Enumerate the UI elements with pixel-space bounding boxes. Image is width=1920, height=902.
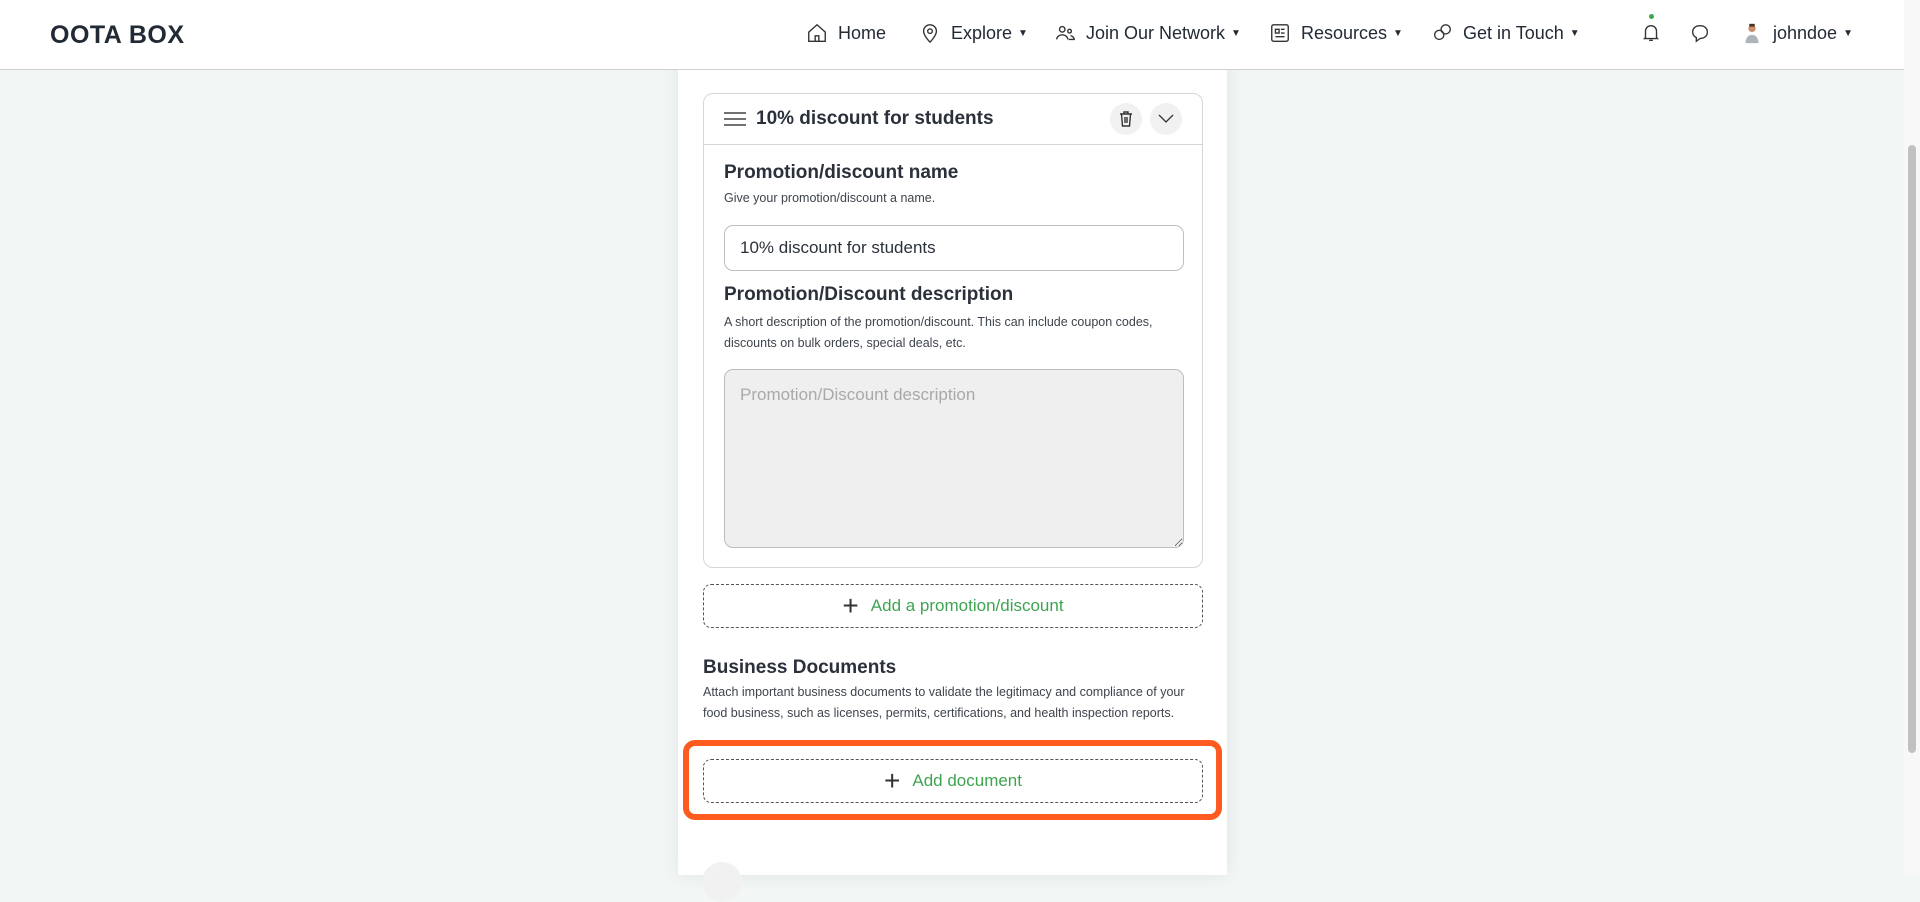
- map-pin-icon: [922, 24, 938, 44]
- trash-icon: [1120, 111, 1132, 127]
- description-label: Promotion/Discount description: [724, 284, 1014, 305]
- accordion-header[interactable]: 10% discount for students: [704, 94, 1202, 145]
- nav-home[interactable]: Home: [806, 22, 886, 44]
- caret-down-icon: ▼: [1231, 27, 1241, 39]
- logo[interactable]: OOTA BOX: [50, 21, 185, 50]
- documents-heading: Business Documents: [703, 657, 897, 678]
- username: johndoe: [1773, 22, 1838, 43]
- messages-button[interactable]: [1689, 22, 1711, 44]
- nav-join-label: Join Our Network: [1086, 22, 1226, 43]
- add-promotion-label: Add a promotion/discount: [870, 596, 1064, 615]
- promotion-accordion: 10% discount for students Promotion/disc…: [703, 93, 1203, 568]
- caret-down-icon: ▼: [1393, 27, 1403, 39]
- caret-down-icon: ▼: [1843, 27, 1853, 39]
- nav-explore-label: Explore: [951, 22, 1013, 43]
- user-menu[interactable]: johndoe ▼: [1741, 22, 1853, 44]
- top-navbar: OOTA BOX Home Explore ▼ Join Our Network ▼…: [0, 0, 1904, 70]
- scrollbar[interactable]: [1904, 0, 1920, 875]
- caret-down-icon: ▼: [1569, 27, 1580, 39]
- add-promotion-button[interactable]: + Add a promotion/discount: [703, 584, 1203, 628]
- highlight-box: [683, 740, 1222, 820]
- nav-join-network[interactable]: Join Our Network ▼: [1054, 22, 1241, 44]
- newspaper-icon: [1271, 24, 1289, 42]
- chat-bubbles-icon: [1433, 24, 1451, 41]
- promotion-description-textarea[interactable]: [724, 369, 1184, 548]
- message-icon: [1691, 24, 1709, 43]
- scrollbar-thumb[interactable]: [1908, 145, 1916, 753]
- nav-explore[interactable]: Explore ▼: [919, 22, 1028, 44]
- notification-dot: [1649, 14, 1654, 19]
- nav-resources-label: Resources: [1301, 22, 1388, 43]
- nav-get-in-touch[interactable]: Get in Touch ▼: [1431, 22, 1580, 44]
- chevron-down-icon: [1158, 114, 1174, 123]
- description-help: A short description of the promotion/dis…: [724, 315, 1153, 350]
- users-icon: [1056, 25, 1075, 41]
- caret-down-icon: ▼: [1018, 27, 1028, 39]
- bell-icon: [1642, 25, 1660, 42]
- name-label: Promotion/discount name: [724, 162, 959, 183]
- drag-handle-icon[interactable]: [724, 111, 746, 127]
- delete-button[interactable]: [1110, 103, 1142, 135]
- promotion-name-input[interactable]: [724, 225, 1184, 271]
- notifications-button[interactable]: [1640, 14, 1662, 44]
- accordion-title: 10% discount for students: [756, 108, 994, 129]
- nav-home-label: Home: [838, 22, 887, 43]
- collapse-button[interactable]: [1150, 103, 1182, 135]
- nav-touch-label: Get in Touch: [1463, 22, 1564, 43]
- documents-help: Attach important business documents to v…: [703, 685, 1185, 720]
- bottom-circle-button[interactable]: [702, 862, 742, 902]
- name-help: Give your promotion/discount a name.: [724, 191, 936, 205]
- nav-resources[interactable]: Resources ▼: [1269, 22, 1403, 44]
- home-icon: [808, 23, 826, 42]
- plus-icon: +: [842, 590, 859, 621]
- avatar: [1745, 23, 1759, 44]
